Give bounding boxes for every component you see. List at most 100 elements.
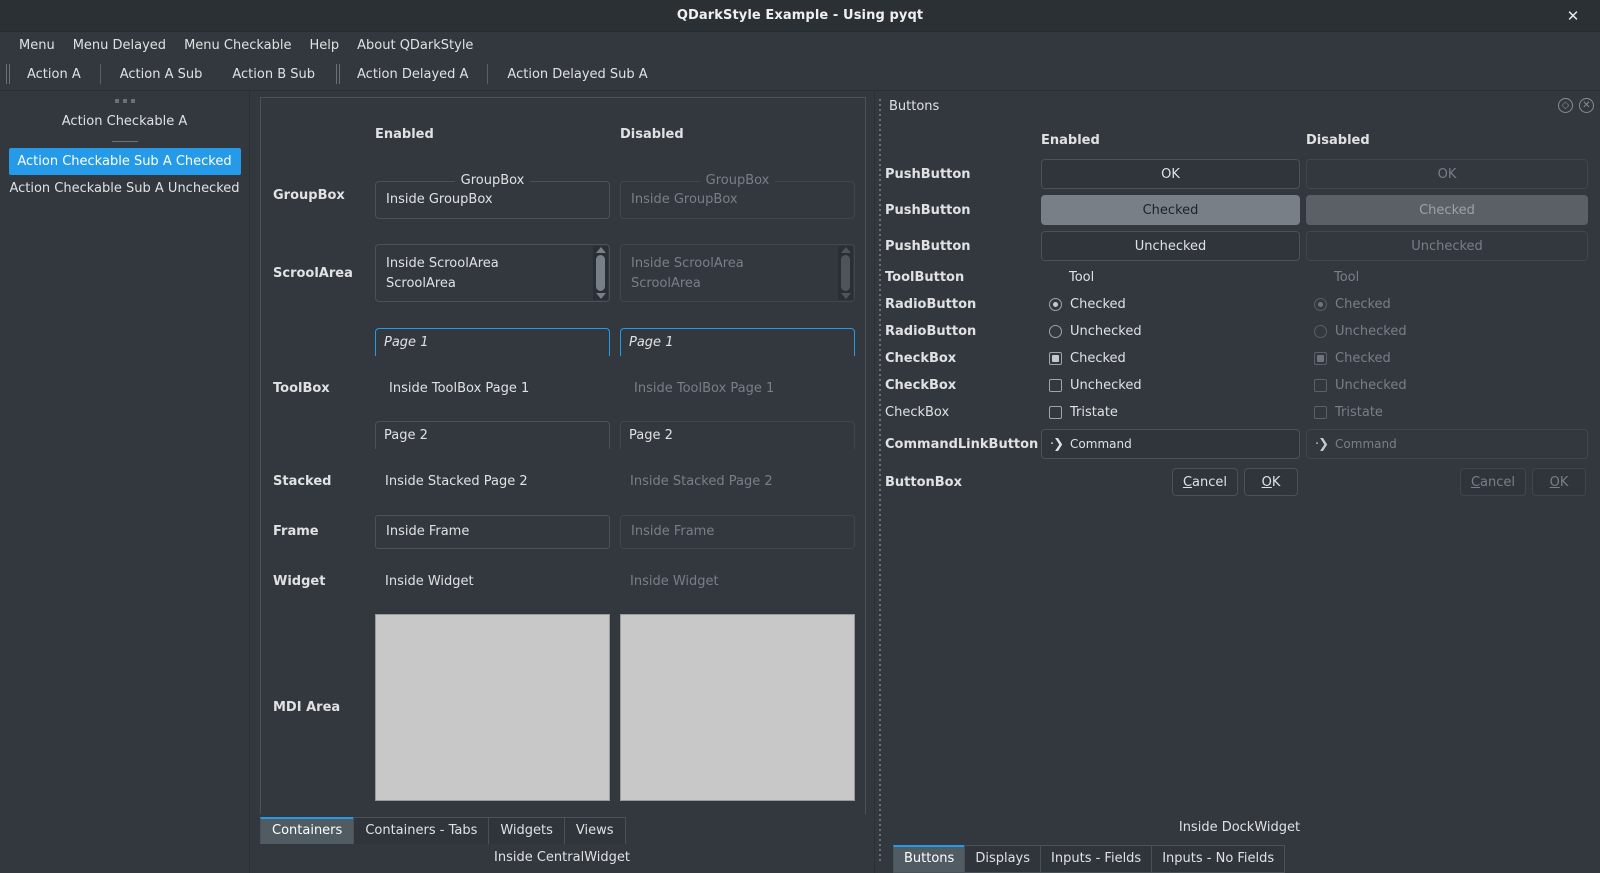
dock-column-header-enabled: Enabled [1041, 133, 1100, 148]
checkbox-checked-enabled[interactable]: Checked [1041, 351, 1300, 366]
groupbox-disabled: GroupBox Inside GroupBox [620, 172, 855, 219]
pushbutton-ok-disabled: OK [1306, 159, 1588, 189]
row-label-checkbox-checked: CheckBox [885, 351, 957, 366]
scrollbar-thumb-disabled [841, 255, 850, 292]
menu-item-about-qdarkstyle[interactable]: About QDarkStyle [348, 35, 482, 56]
close-icon[interactable]: ✕ [1579, 98, 1594, 113]
checkbox-checked-disabled: Checked [1306, 351, 1588, 366]
scroll-down-arrow-icon[interactable] [595, 293, 606, 300]
containers-tab-pane: Enabled Disabled GroupBox GroupBox Insid… [260, 97, 866, 814]
scrollarea-line-1-disabled: Inside ScroolArea [631, 255, 744, 271]
checkbox-on-icon [1049, 352, 1062, 365]
main-body: Action Checkable A Action Checkable Sub … [0, 91, 1600, 873]
vtoolbar-action-checkable-sub-a-checked[interactable]: Action Checkable Sub A Checked [8, 148, 241, 175]
row-label-toolbox: ToolBox [273, 380, 330, 396]
groupbox-enabled: GroupBox Inside GroupBox [375, 172, 610, 219]
vtoolbar-action-checkable-sub-a-unchecked[interactable]: Action Checkable Sub A Unchecked [0, 175, 249, 202]
scrollbar-thumb[interactable] [596, 255, 605, 292]
dock-tab-displays[interactable]: Displays [964, 845, 1042, 873]
toolbar-drag-handle-delayed[interactable] [330, 58, 342, 90]
radiobutton-unchecked-disabled: Unchecked [1306, 324, 1588, 339]
toolbar-action-delayed-a[interactable]: Action Delayed A [342, 58, 483, 90]
scrollarea-line-1: Inside ScroolArea [386, 255, 499, 271]
ok-rest: K [1271, 474, 1281, 490]
arrow-right-icon-disabled: ·❯ [1315, 436, 1329, 452]
widget-content-enabled: Inside Widget [385, 574, 474, 590]
toolbar-drag-handle[interactable] [0, 58, 12, 90]
vtoolbar-action-checkable-a[interactable]: Action Checkable A [0, 108, 249, 135]
float-icon[interactable]: ◇ [1558, 98, 1573, 113]
column-header-disabled: Disabled [620, 126, 684, 142]
pushbutton-checked-enabled[interactable]: Checked [1041, 195, 1300, 225]
menu-item-menu[interactable]: Menu [10, 35, 64, 56]
dock-body: Enabled Disabled PushButton OK OK PushBu… [885, 121, 1600, 873]
tab-containers-tabs[interactable]: Containers - Tabs [353, 817, 490, 844]
frame-content: Inside Frame [386, 524, 470, 540]
ok-button[interactable]: OK [1244, 468, 1298, 496]
central-tab-bar: Containers Containers - Tabs Widgets Vie… [260, 814, 866, 844]
dock-title-buttons: ◇ ✕ [1558, 98, 1594, 113]
row-label-groupbox: GroupBox [273, 188, 345, 204]
row-label-stacked: Stacked [273, 474, 332, 490]
row-label-checkbox-unchecked: CheckBox [885, 378, 957, 393]
pushbutton-checked-disabled: Checked [1306, 195, 1588, 225]
dock-column-header-disabled: Disabled [1306, 133, 1370, 148]
scrollbar-vertical[interactable] [593, 246, 608, 301]
radiobutton-checked-label-disabled: Checked [1335, 297, 1391, 312]
checkbox-tristate-label-disabled: Tristate [1335, 405, 1383, 420]
toolbar-action-a-sub[interactable]: Action A Sub [105, 58, 218, 90]
menu-item-menu-checkable[interactable]: Menu Checkable [175, 35, 300, 56]
tab-containers[interactable]: Containers [260, 817, 355, 844]
checkbox-off-icon-disabled [1314, 379, 1327, 392]
toolbar-action-a[interactable]: Action A [12, 58, 96, 90]
frame-disabled: Inside Frame [620, 514, 855, 549]
buttonbox-enabled: Cancel OK [1041, 465, 1300, 499]
toolbar-action-delayed-sub-a[interactable]: Action Delayed Sub A [492, 58, 662, 90]
dock-tab-inputs-fields[interactable]: Inputs - Fields [1040, 845, 1153, 873]
toolbox-page-2-disabled: Page 2 [620, 421, 855, 450]
dock-main: Buttons ◇ ✕ Enabled Disabled PushButton … [885, 91, 1600, 873]
radiobutton-unchecked-enabled[interactable]: Unchecked [1041, 324, 1300, 339]
row-label-radiobutton-checked: RadioButton [885, 297, 977, 312]
radio-off-icon [1049, 325, 1062, 338]
radiobutton-checked-enabled[interactable]: Checked [1041, 297, 1300, 312]
groupbox-title-disabled: GroupBox [699, 172, 776, 188]
toolbar-action-b-sub[interactable]: Action B Sub [217, 58, 330, 90]
ok-rest-disabled: K [1559, 474, 1569, 490]
toolbutton-disabled: Tool [1334, 270, 1360, 285]
close-icon[interactable]: ✕ [1556, 0, 1590, 32]
menu-item-help[interactable]: Help [300, 35, 348, 56]
pushbutton-ok-enabled[interactable]: OK [1041, 159, 1300, 189]
row-label-frame: Frame [273, 524, 319, 540]
checkbox-tristate-icon [1049, 406, 1062, 419]
toolbox-page-1-enabled[interactable]: Page 1 [375, 327, 610, 356]
toolbutton-enabled[interactable]: Tool [1041, 270, 1300, 285]
tab-widgets[interactable]: Widgets [488, 817, 565, 844]
scrollarea-enabled[interactable]: Inside ScroolArea ScroolArea [375, 244, 610, 303]
dock-tab-inputs-no-fields[interactable]: Inputs - No Fields [1151, 845, 1286, 873]
cancel-button[interactable]: Cancel [1171, 468, 1238, 496]
toolbox-page-2-enabled[interactable]: Page 2 [375, 421, 610, 450]
frame-content-disabled: Inside Frame [631, 524, 715, 540]
checkbox-unchecked-enabled[interactable]: Unchecked [1041, 378, 1300, 393]
row-label-toolbutton: ToolButton [885, 270, 965, 285]
pushbutton-unchecked-enabled[interactable]: Unchecked [1041, 231, 1300, 261]
dock-drag-grip[interactable] [875, 91, 885, 873]
menu-item-menu-delayed[interactable]: Menu Delayed [64, 35, 175, 56]
dock-tab-buttons[interactable]: Buttons [893, 845, 966, 873]
column-header-enabled: Enabled [375, 126, 434, 142]
tab-views[interactable]: Views [563, 817, 626, 844]
radiobutton-unchecked-label: Unchecked [1070, 324, 1142, 339]
checkbox-tristate-icon-disabled [1314, 406, 1327, 419]
commandlinkbutton-enabled[interactable]: ·❯ Command [1041, 429, 1300, 459]
checkbox-tristate-enabled[interactable]: Tristate [1041, 405, 1300, 420]
row-label-radiobutton-unchecked: RadioButton [885, 324, 977, 339]
application-window: QDarkStyle Example - Using pyqt ✕ Menu M… [0, 0, 1600, 873]
toolbox-content-disabled: Inside ToolBox Page 1 [634, 380, 775, 396]
buttons-grid: Enabled Disabled PushButton OK OK PushBu… [885, 121, 1594, 502]
vertical-toolbar-drag-handle[interactable] [114, 94, 135, 108]
scroll-up-arrow-icon[interactable] [595, 247, 606, 254]
buttonbox-disabled: Cancel OK [1306, 465, 1588, 499]
mdi-area-enabled[interactable] [375, 614, 610, 802]
row-label-scrollarea: ScroolArea [273, 265, 353, 281]
